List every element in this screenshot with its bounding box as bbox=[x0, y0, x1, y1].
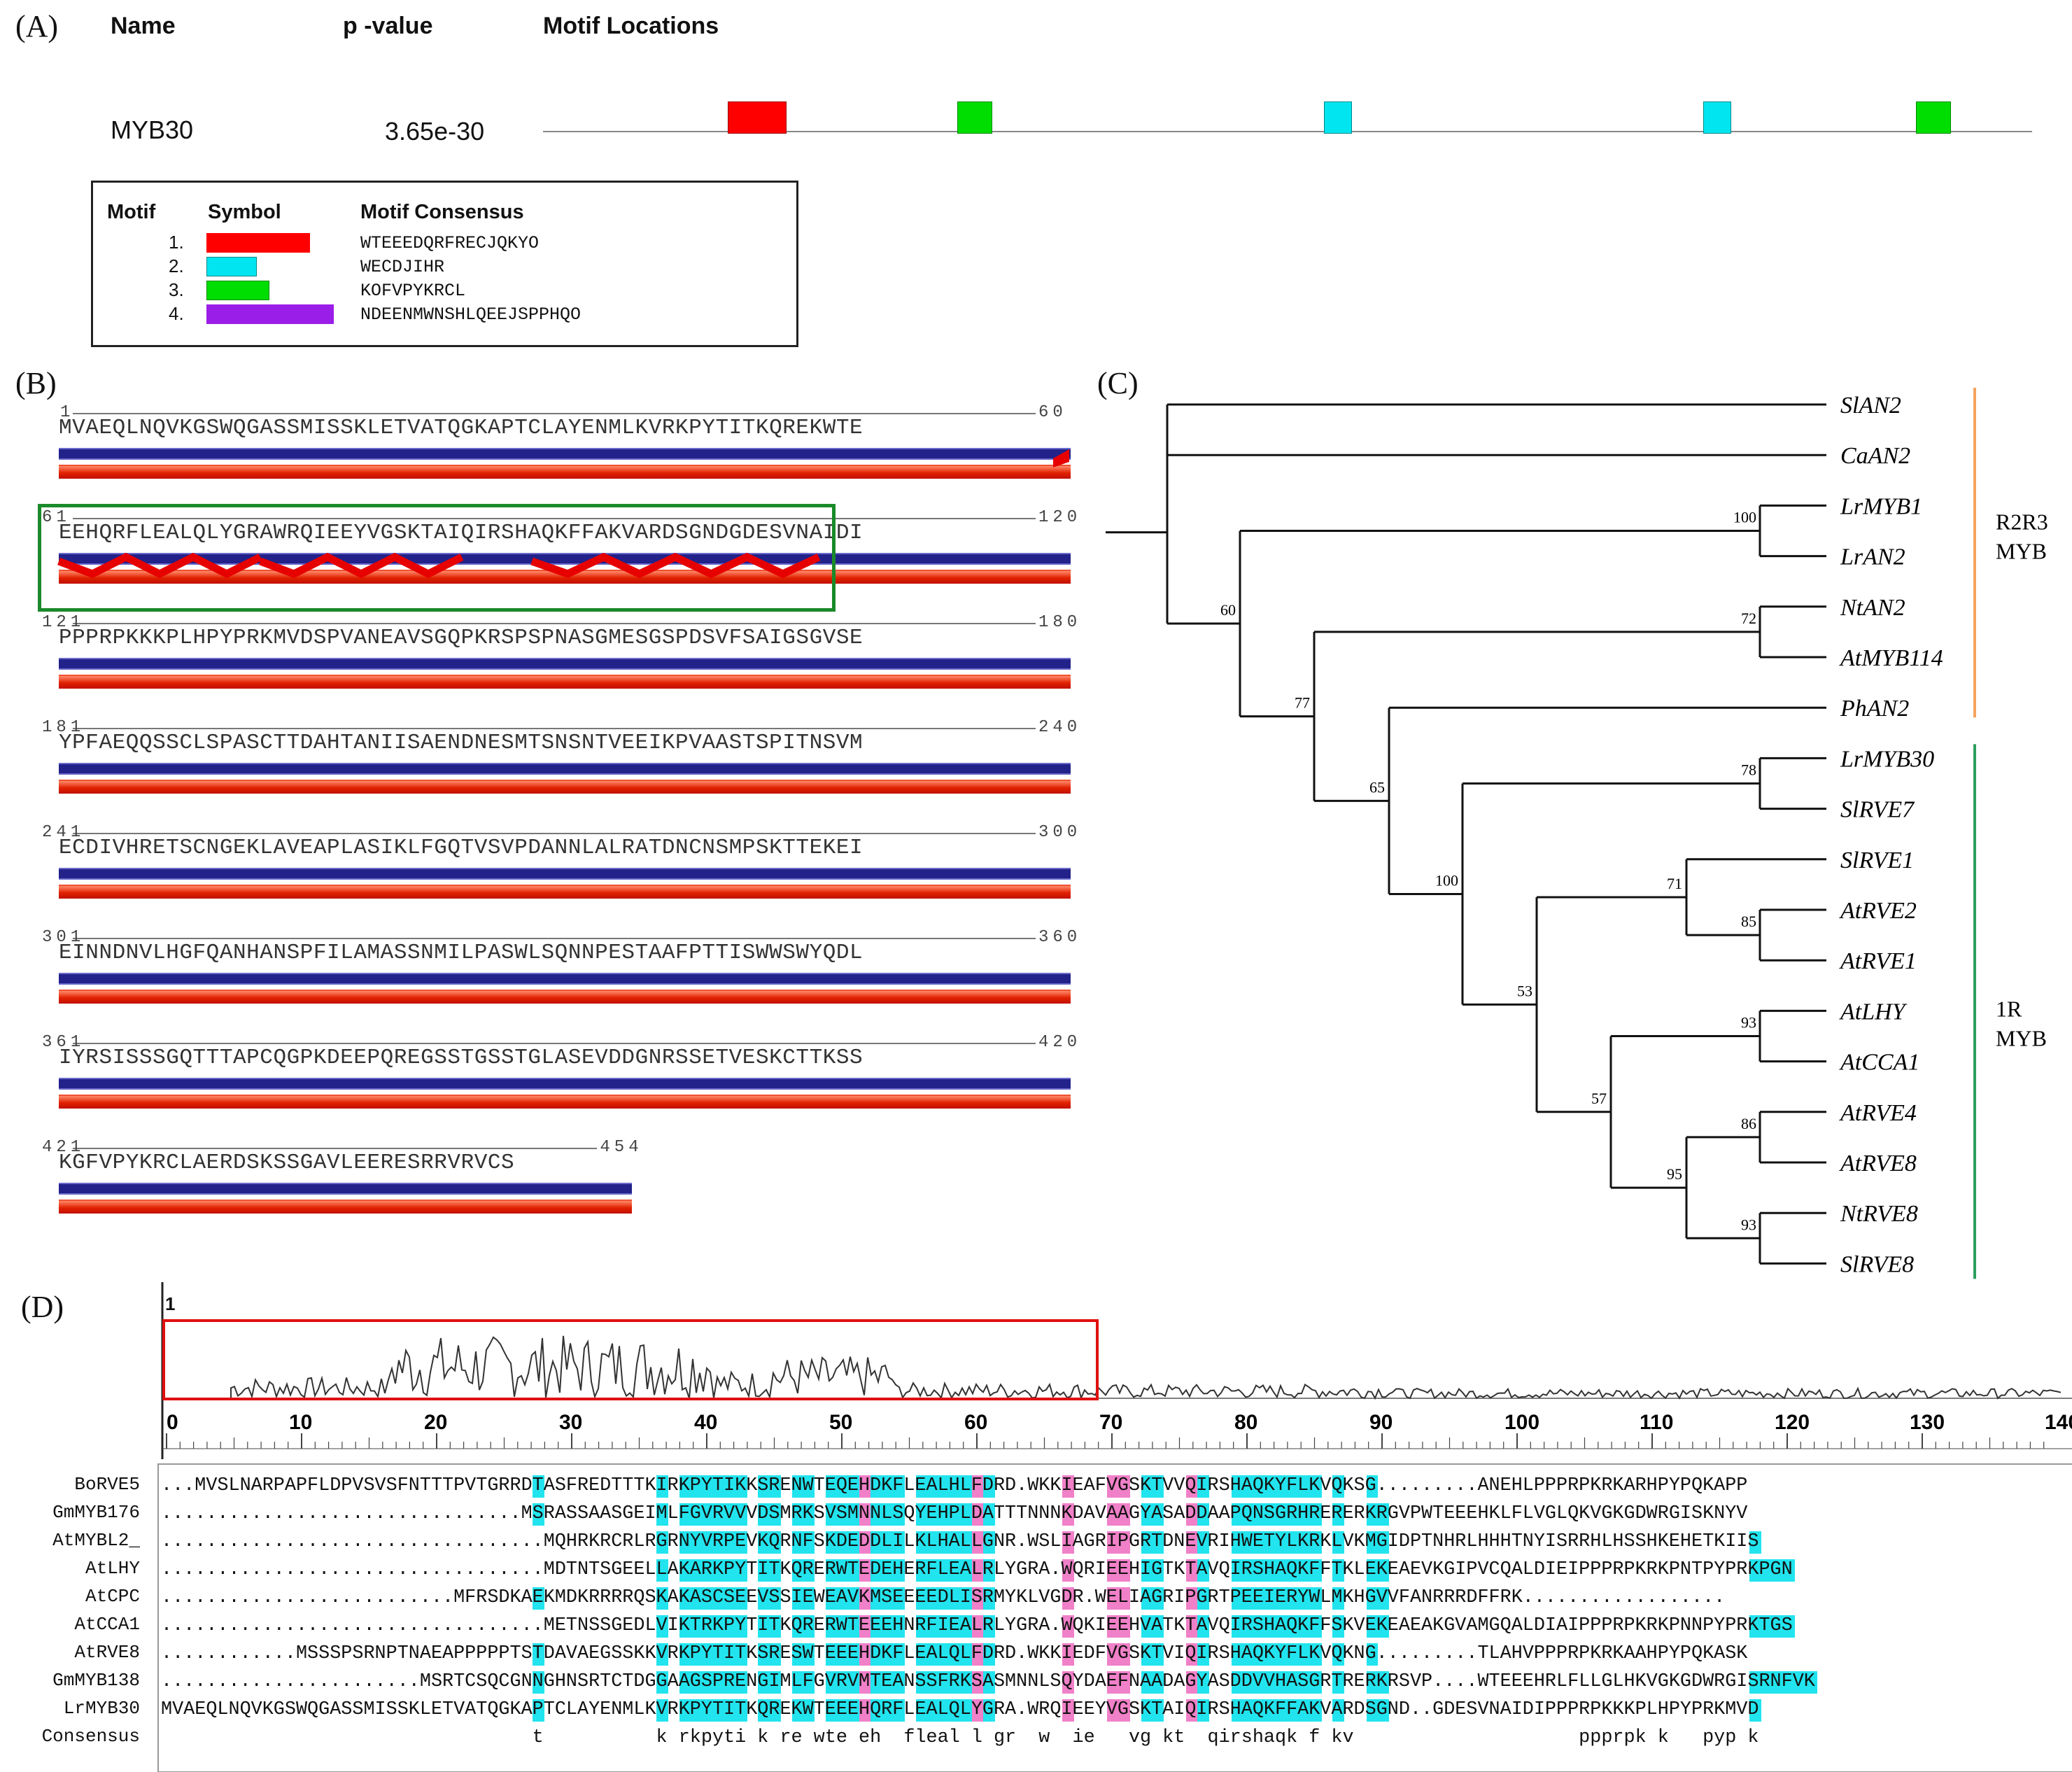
alignment-sequence-name: AtRVE8 bbox=[74, 1642, 140, 1663]
alignment-sequence: ..................................METNSS… bbox=[161, 1615, 1793, 1636]
alignment-sequence: ................................MSRASSAA… bbox=[161, 1503, 1748, 1524]
ruler-tick-label: 40 bbox=[694, 1411, 717, 1434]
ruler-tick-label: 70 bbox=[1099, 1411, 1122, 1434]
alignment-sequence: ...MVSLNARPAPFLDPVSVSFNTTTPVTGRRDTASFRED… bbox=[161, 1475, 1748, 1496]
alignment-sequence: ..................................MQHRKR… bbox=[161, 1531, 1759, 1552]
ruler-tick-label: 60 bbox=[964, 1411, 987, 1434]
variability-profile bbox=[230, 1335, 2062, 1400]
ruler-tick-label: 80 bbox=[1234, 1411, 1257, 1434]
ruler-tick-label: 100 bbox=[1504, 1411, 1539, 1434]
alignment-sequence-name: AtCPC bbox=[85, 1586, 140, 1607]
consensus-sequence: t k rkpyti k re wte eh fleal l gr w ie v… bbox=[161, 1727, 1793, 1748]
alignment-sequence-name: GmMYB176 bbox=[52, 1502, 140, 1523]
ruler-tick-label: 20 bbox=[424, 1411, 447, 1434]
ruler-tick-label: 50 bbox=[829, 1411, 852, 1434]
alignment-sequence: ..................................MDTNTS… bbox=[161, 1559, 1793, 1580]
alignment-sequence: ..........................MFRSDKAEKMDKRR… bbox=[161, 1587, 1726, 1608]
alignment-sequence-name: AtMYBL2_ bbox=[52, 1530, 140, 1551]
alignment-sequence: .......................MSRTCSQCGNNGHNSRT… bbox=[161, 1671, 1815, 1692]
ruler-tick-label: 130 bbox=[1910, 1411, 1945, 1434]
ruler-tick-label: 90 bbox=[1369, 1411, 1393, 1434]
alignment-sequence-name: BoRVE5 bbox=[74, 1474, 140, 1495]
alignment-sequence-name: AtLHY bbox=[85, 1558, 140, 1579]
alignment-sequence-name: LrMYB30 bbox=[63, 1698, 140, 1719]
ruler-tick-label: 110 bbox=[1640, 1411, 1673, 1434]
ruler-tick-label: 120 bbox=[1775, 1411, 1810, 1434]
alignment-sequence: MVAEQLNQVKGSWQGASSMISSKLETVATQGKAPTCLAYE… bbox=[161, 1699, 1759, 1720]
alignment-sequence-name: AtCCA1 bbox=[74, 1614, 140, 1635]
alignment-sequence-name: Consensus bbox=[41, 1726, 140, 1747]
ruler-tick-label: 30 bbox=[559, 1411, 582, 1434]
ruler-tick-label: 0 bbox=[167, 1411, 178, 1434]
alignment-sequence-name: GmMYB138 bbox=[52, 1670, 140, 1691]
conserved-region-box bbox=[162, 1319, 1099, 1400]
alignment-sequence: ............MSSSPSRNPTNAEAPPPPPTSTDAVAEG… bbox=[161, 1643, 1748, 1664]
ruler-tick-label: 10 bbox=[289, 1411, 312, 1434]
ruler-tick-label: 140 bbox=[2045, 1411, 2072, 1434]
